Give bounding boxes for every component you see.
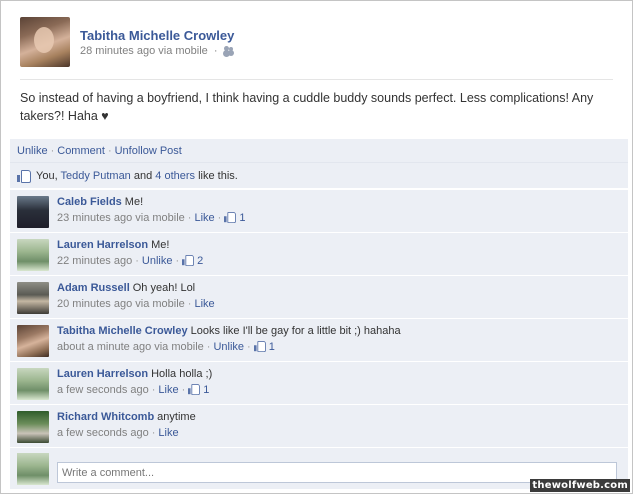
commenter-avatar[interactable] [17, 282, 49, 314]
comment-row: Richard Whitcomb anytime a few seconds ago… [10, 404, 628, 447]
commenter-name-link[interactable]: Lauren Harrelson [57, 368, 148, 380]
comment-text: Me! [124, 196, 144, 208]
thumbs-up-icon [253, 341, 266, 353]
comment-like-count-value: 1 [239, 212, 246, 224]
comment-meta: about a minute ago via mobile · Unlike · 1 [57, 341, 275, 353]
comment-meta-separator: · [135, 255, 139, 267]
comment-meta-separator: · [206, 341, 211, 353]
commenter-name-link[interactable]: Lauren Harrelson [57, 239, 148, 251]
facebook-post: Tabitha Michelle Crowley 28 minutes ago … [0, 0, 633, 494]
comment-content: Tabitha Michelle Crowley Looks like I'll … [57, 325, 401, 337]
thumbs-up-icon [182, 255, 195, 267]
comment-text: anytime [157, 411, 196, 423]
commenter-name-link[interactable]: Tabitha Michelle Crowley [57, 325, 188, 337]
comment-like-toggle[interactable]: Unlike [213, 341, 244, 353]
comment-timestamp[interactable]: 23 minutes ago via mobile [57, 212, 185, 224]
author-avatar[interactable] [20, 17, 70, 67]
comment-timestamp[interactable]: a few seconds ago [57, 427, 149, 439]
post-timestamp[interactable]: 28 minutes ago via mobile [80, 45, 208, 57]
commenter-name-link[interactable]: Adam Russell [57, 282, 130, 294]
unlike-post-link[interactable]: Unlike [17, 145, 48, 157]
feedback-section: Unlike · Comment · Unfollow Post You, Teddy … [10, 139, 628, 489]
commenter-name-link[interactable]: Caleb Fields [57, 196, 122, 208]
comment-row: Caleb Fields Me! 23 minutes ago via mobile… [10, 189, 628, 232]
likes-and: and [133, 170, 153, 182]
comment-timestamp[interactable]: about a minute ago via mobile [57, 341, 204, 353]
viewer-avatar [17, 453, 49, 485]
comment-timestamp[interactable]: a few seconds ago [57, 384, 149, 396]
header-divider [20, 79, 613, 80]
comment-meta: a few seconds ago · Like · 1 [57, 384, 209, 396]
comment-like-toggle[interactable]: Like [158, 427, 178, 439]
comment-meta-separator: · [187, 298, 192, 310]
comment-like-count-value: 2 [197, 255, 204, 267]
unfollow-post-link[interactable]: Unfollow Post [115, 145, 182, 157]
comment-list: Caleb Fields Me! 23 minutes ago via mobile… [10, 189, 628, 447]
comment-content: Richard Whitcomb anytime [57, 411, 196, 423]
comment-like-toggle[interactable]: Like [194, 212, 214, 224]
comment-content: Adam Russell Oh yeah! Lol [57, 282, 195, 294]
author-name-link[interactable]: Tabitha Michelle Crowley [80, 28, 234, 43]
post-text: So instead of having a boyfriend, I thin… [20, 91, 594, 123]
comment-content: Caleb Fields Me! [57, 196, 143, 208]
comment-text: Holla holla ;) [151, 368, 213, 380]
comment-row: Lauren Harrelson Holla holla ;) a few seco… [10, 361, 628, 404]
commenter-name-link[interactable]: Richard Whitcomb [57, 411, 154, 423]
comment-meta-separator: · [151, 427, 156, 439]
thumbs-up-icon [17, 170, 31, 183]
comment-like-toggle[interactable]: Unlike [142, 255, 173, 267]
comment-like-count[interactable]: 1 [224, 212, 245, 224]
commenter-avatar[interactable] [17, 368, 49, 400]
comment-like-toggle[interactable]: Like [158, 384, 178, 396]
comment-link[interactable]: Comment [57, 145, 105, 157]
comment-timestamp[interactable]: 20 minutes ago via mobile [57, 298, 185, 310]
comment-meta: a few seconds ago · Like [57, 427, 179, 439]
comment-meta-separator: · [175, 255, 180, 267]
comment-like-count-value: 1 [203, 384, 210, 396]
comment-like-count[interactable]: 2 [182, 255, 203, 267]
comment-meta-separator: · [247, 341, 251, 353]
comment-row: Lauren Harrelson Me! 22 minutes ago · Unlike… [10, 232, 628, 275]
comment-text: Looks like I'll be gay for a little bit … [190, 325, 401, 337]
comment-row: Adam Russell Oh yeah! Lol 20 minutes ago v… [10, 275, 628, 318]
comment-text: Oh yeah! Lol [132, 282, 196, 294]
meta-separator: · [213, 45, 218, 57]
likes-suffix: like this. [198, 170, 238, 182]
comment-row: Tabitha Michelle Crowley Looks like I'll … [10, 318, 628, 361]
thumbs-up-icon [224, 212, 237, 224]
action-separator: · [107, 145, 112, 157]
comment-content: Lauren Harrelson Holla holla ;) [57, 368, 212, 380]
commenter-avatar[interactable] [17, 196, 49, 228]
action-separator: · [50, 145, 55, 157]
comment-text: Me! [151, 239, 170, 251]
comment-like-count-value: 1 [268, 341, 275, 353]
comment-meta-separator: · [187, 212, 192, 224]
liker-link[interactable]: Teddy Putman [60, 170, 130, 182]
comment-content: Lauren Harrelson Me! [57, 239, 169, 251]
likes-summary: You, Teddy Putman and 4 others like this… [10, 163, 628, 189]
comment-like-toggle[interactable]: Like [194, 298, 214, 310]
site-watermark: thewolfweb.com [530, 479, 630, 492]
comment-timestamp[interactable]: 22 minutes ago [57, 255, 132, 267]
comment-meta: 22 minutes ago · Unlike · 2 [57, 255, 203, 267]
comment-meta-separator: · [181, 384, 186, 396]
comment-meta-separator: · [151, 384, 156, 396]
other-likers-link[interactable]: 4 others [155, 170, 195, 182]
post-meta: 28 minutes ago via mobile · [80, 45, 234, 57]
commenter-avatar[interactable] [17, 411, 49, 443]
comment-like-count[interactable]: 1 [188, 384, 209, 396]
likes-prefix: You, [36, 170, 58, 182]
thumbs-up-icon [188, 384, 201, 396]
post-actions: Unlike · Comment · Unfollow Post [10, 139, 628, 163]
comment-meta: 20 minutes ago via mobile · Like [57, 298, 215, 310]
comment-meta: 23 minutes ago via mobile · Like · 1 [57, 212, 245, 224]
commenter-avatar[interactable] [17, 239, 49, 271]
comment-meta-separator: · [217, 212, 222, 224]
friends-audience-icon[interactable] [223, 46, 234, 55]
commenter-avatar[interactable] [17, 325, 49, 357]
comment-like-count[interactable]: 1 [253, 341, 275, 353]
